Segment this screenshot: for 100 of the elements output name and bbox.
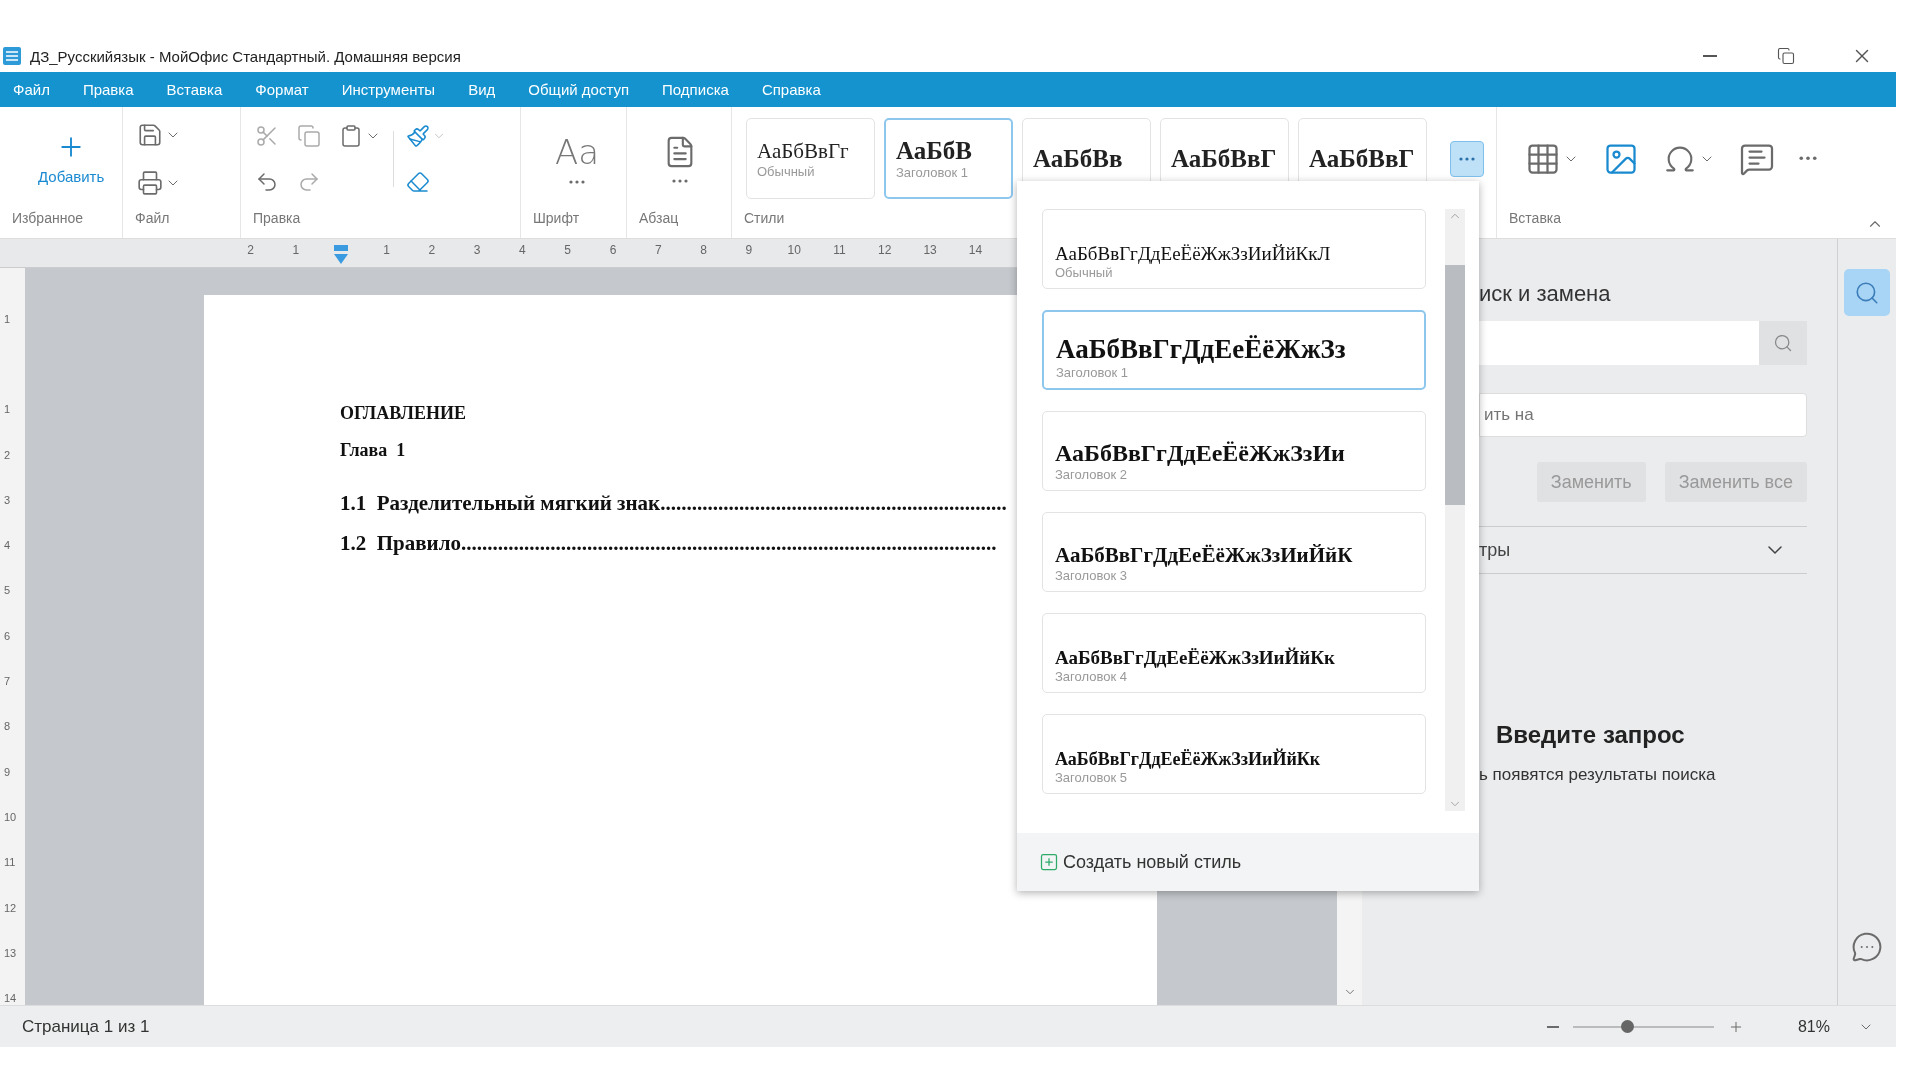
group-label: Избранное	[12, 210, 83, 228]
ruler-number: 2	[3, 447, 12, 463]
ruler-number: 3	[3, 492, 12, 508]
scissors-icon	[255, 123, 279, 148]
ruler-number: 11	[3, 855, 17, 871]
clipboard-icon	[339, 123, 363, 148]
ruler-number: 12	[877, 243, 893, 259]
ruler-number: 3	[472, 243, 482, 259]
page-count: Страница 1 из 1	[22, 1016, 151, 1037]
ruler-number: 1	[3, 311, 12, 327]
zoom-level[interactable]: 81%	[1791, 1016, 1836, 1037]
scrollbar[interactable]	[1445, 209, 1465, 811]
minimize-icon	[1703, 55, 1717, 57]
style-sample: АаБбВвГгДдЕеЁёЖжЗзИиЙйКкЛ	[1055, 243, 1331, 265]
restore-icon	[1777, 47, 1795, 65]
ruler-number: 8	[3, 719, 12, 735]
save-icon	[137, 121, 163, 148]
add-button[interactable]: Добавить	[34, 128, 109, 189]
paintbrush-icon	[406, 123, 430, 148]
more-icon	[1799, 156, 1817, 161]
ruler-number: 14	[967, 243, 984, 259]
ruler-number: 10	[3, 809, 18, 825]
style-sample: АаБбВвГ	[1309, 144, 1415, 173]
search-panel-button[interactable]	[1844, 269, 1890, 316]
style-option[interactable]: АаБбВвГгДдЕеЁёЖжЗзИиЙйКк Заголовок 4	[1042, 613, 1426, 693]
ruler-number: 5	[3, 583, 12, 599]
style-caption: Заголовок 5	[1055, 770, 1127, 785]
zoom-thumb[interactable]	[1620, 1019, 1634, 1033]
style-option[interactable]: АаБбВвГгДдЕеЁёЖжЗзИиЙйК Заголовок 3	[1042, 512, 1426, 592]
ruler-number: 10	[786, 243, 802, 259]
ruler-number: 11	[832, 243, 847, 259]
app-icon	[2, 46, 22, 66]
style-card[interactable]: АаБбВвГг Обычный	[746, 118, 875, 199]
ruler-number: 7	[3, 674, 12, 689]
ruler-number: 4	[3, 538, 12, 554]
chat-icon	[1851, 931, 1883, 963]
ruler-number: 13	[3, 945, 18, 961]
style-caption: Обычный	[757, 163, 815, 179]
search-icon	[1773, 333, 1793, 353]
ruler-number: 13	[922, 243, 938, 259]
style-card[interactable]: АаБбВ Заголовок 1	[884, 118, 1013, 199]
ruler-number: 1	[291, 243, 301, 259]
group-label: Стили	[744, 210, 785, 228]
ruler-number: 8	[699, 243, 708, 259]
group-label: Файл	[135, 210, 170, 228]
style-option[interactable]: АаБбВвГгДдЕеЁёЖжЗзИи Заголовок 2	[1042, 411, 1426, 491]
printer-icon	[137, 169, 163, 196]
document-heading: ОГЛАВЛЕНИЕ	[340, 403, 467, 424]
style-caption: Заголовок 1	[1056, 365, 1128, 380]
toc-entry: 1.1 Разделительный мягкий знак..................................................................	[340, 491, 1008, 516]
create-style-button[interactable]: Создать новый стиль	[1039, 851, 1242, 873]
minus-icon	[1546, 1025, 1559, 1028]
more-icon	[569, 179, 586, 184]
plus-icon	[1039, 852, 1059, 872]
ruler-number: 6	[3, 628, 12, 644]
group-label: Абзац	[639, 210, 679, 228]
panel-title: иск и замена	[1479, 281, 1612, 307]
ruler-number: 6	[608, 243, 618, 259]
window-title: ДЗ_Русскийязык - МойОфис Стандартный. Домашняя версия	[30, 47, 462, 65]
style-caption: Заголовок 4	[1055, 669, 1127, 684]
empty-hint: ь появятся результаты поиска	[1479, 765, 1717, 785]
style-option[interactable]: АаБбВвГгДдЕеЁёЖжЗзИиЙйКкЛ Обычный	[1042, 209, 1426, 289]
style-sample: АаБбВвГгДдЕеЁёЖжЗзИиЙйК	[1055, 543, 1353, 568]
ruler-number: 5	[563, 243, 573, 259]
ruler-number: 2	[246, 243, 255, 259]
style-sample: АаБбВвГгДдЕеЁёЖжЗз	[1056, 334, 1346, 365]
search-field[interactable]	[1479, 321, 1759, 365]
style-sample: АаБбВвГгДдЕеЁёЖжЗзИи	[1055, 440, 1345, 467]
copy-icon	[297, 123, 321, 148]
ruler-number: 9	[744, 243, 754, 259]
style-sample: АаБбВвГг	[757, 138, 849, 164]
ruler-number: 2	[427, 243, 437, 259]
ruler-number: 1	[382, 243, 391, 259]
ruler-number: 9	[3, 764, 12, 780]
ruler-number: 12	[3, 900, 18, 916]
ruler-number: 7	[653, 243, 663, 259]
style-option[interactable]: АаБбВвГгДдЕеЁёЖжЗз Заголовок 1	[1042, 310, 1426, 390]
style-caption: Обычный	[1055, 265, 1113, 280]
style-sample: АаБбВ	[896, 137, 972, 165]
more-icon	[672, 178, 688, 183]
style-sample: АаБбВвГ	[1171, 144, 1277, 173]
ruler-number: 1	[3, 402, 12, 418]
ruler-number: 14	[3, 991, 18, 1005]
more-icon	[1459, 156, 1475, 161]
empty-title: Введите запрос	[1496, 721, 1686, 749]
style-option[interactable]: АаБбВвГгДдЕеЁёЖжЗзИиЙйКк Заголовок 5	[1042, 714, 1426, 794]
eraser-icon	[406, 169, 430, 194]
group-label: Шрифт	[533, 210, 580, 228]
more-styles-button[interactable]	[1450, 140, 1484, 177]
more-button[interactable]	[1797, 154, 1819, 163]
style-caption: Заголовок 1	[896, 165, 968, 180]
style-sample: АаБбВвГгДдЕеЁёЖжЗзИиЙйКк	[1055, 749, 1321, 770]
replace-field[interactable]: ить на	[1479, 393, 1807, 437]
font-button[interactable]: Aa	[555, 131, 600, 172]
options-toggle[interactable]: тры	[1479, 526, 1807, 574]
style-caption: Заголовок 3	[1055, 568, 1127, 583]
style-caption: Заголовок 2	[1055, 467, 1127, 482]
style-sample: АаБбВвГгДдЕеЁёЖжЗзИиЙйКк	[1055, 647, 1335, 669]
group-label: Вставка	[1509, 210, 1562, 228]
style-sample: АаБбВв	[1033, 144, 1123, 173]
